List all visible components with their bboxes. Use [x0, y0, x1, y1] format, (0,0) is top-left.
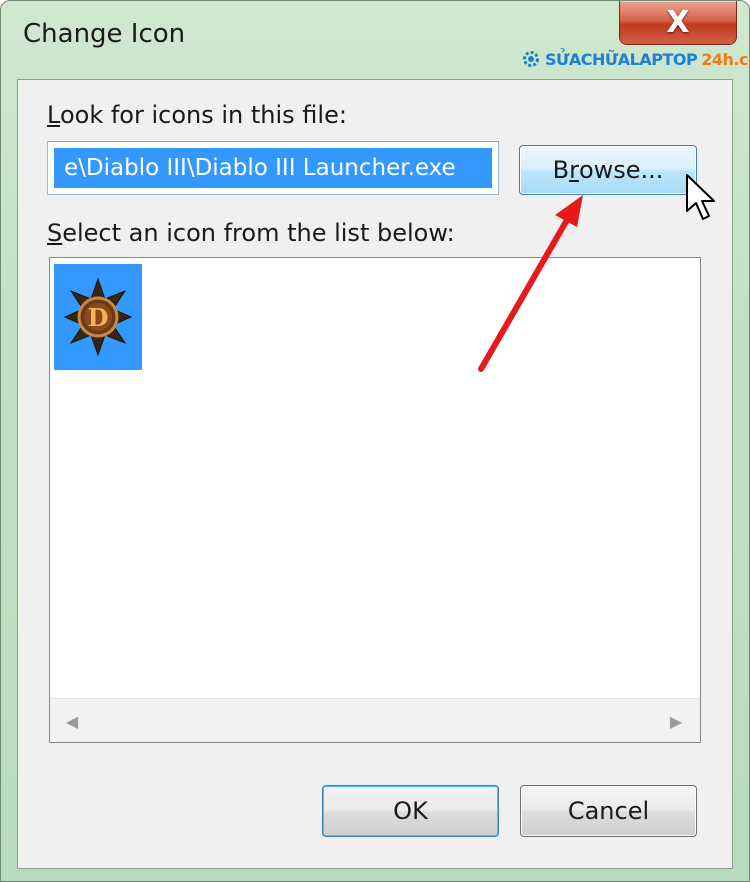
mouse-cursor-icon: [686, 174, 715, 220]
selected-path-text: e\Diablo III\Diablo III Launcher.exe: [54, 148, 492, 188]
close-icon: X: [666, 4, 690, 40]
look-for-icons-label: Look for icons in this file:: [47, 101, 347, 129]
svg-text:D: D: [88, 303, 109, 332]
look-label-text: ook for icons in this file:: [59, 101, 347, 129]
select-label-hotkey: S: [47, 219, 63, 247]
look-label-hotkey: L: [47, 101, 60, 129]
browse-label-hotkey: r: [569, 156, 579, 184]
browse-label-post: owse...: [578, 156, 664, 184]
watermark-logo: SỬACHỮALAPTOP24h.com: [521, 49, 750, 69]
watermark-text-domain: 24h.com: [701, 49, 750, 69]
select-label-text: elect an icon from the list below:: [62, 219, 455, 247]
scroll-left-icon[interactable]: ◀: [62, 711, 82, 731]
select-icon-label: Select an icon from the list below:: [47, 219, 455, 247]
diablo-d-icon: D: [63, 277, 133, 357]
icon-list[interactable]: D ◀ ▶: [49, 257, 701, 743]
horizontal-scrollbar[interactable]: ◀ ▶: [50, 698, 700, 742]
gear-icon: [523, 51, 539, 67]
ok-button[interactable]: OK: [322, 785, 499, 837]
dialog-window: Change Icon X SỬACHỮALAPTOP24h.com Look …: [0, 0, 750, 882]
close-button[interactable]: X: [619, 1, 737, 45]
annotation-arrow-icon: [478, 195, 583, 372]
cancel-button[interactable]: Cancel: [520, 785, 697, 837]
browse-button[interactable]: Br owse...: [519, 145, 697, 195]
icon-list-item[interactable]: D: [54, 264, 142, 370]
scroll-right-icon[interactable]: ▶: [666, 711, 686, 731]
browse-label-pre: B: [552, 156, 570, 184]
watermark-text-main: SỬACHỮALAPTOP: [545, 49, 698, 69]
window-title: Change Icon: [23, 19, 186, 49]
icon-file-path-input[interactable]: e\Diablo III\Diablo III Launcher.exe: [47, 141, 499, 195]
